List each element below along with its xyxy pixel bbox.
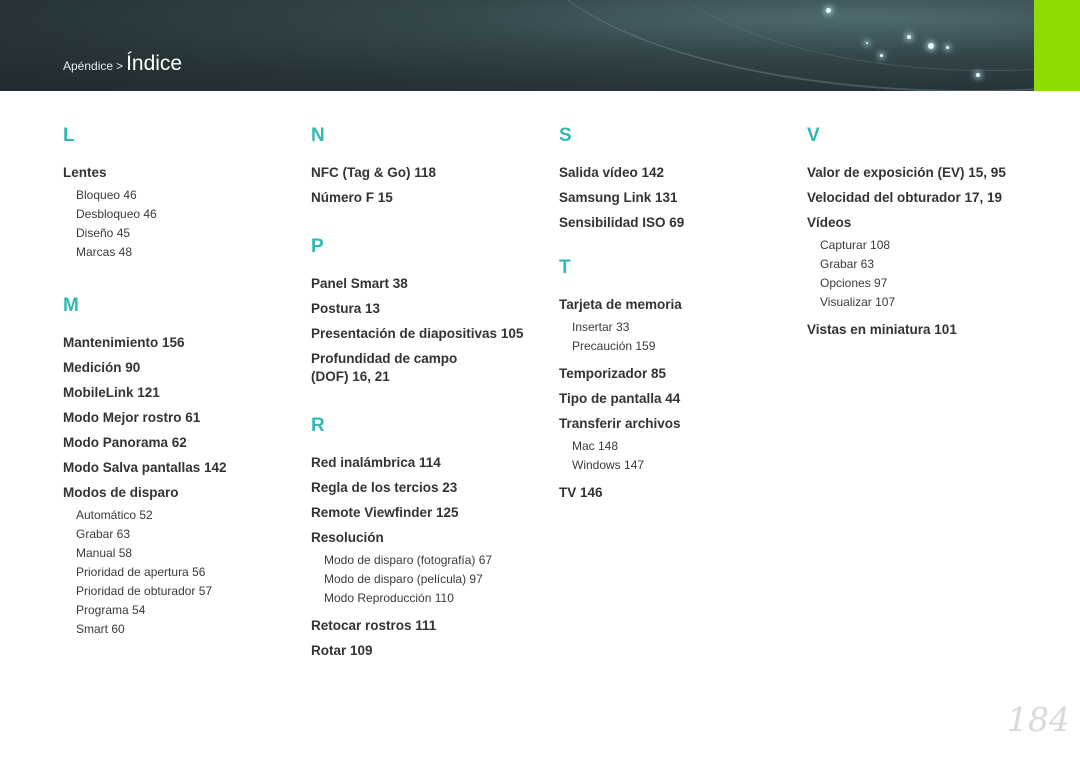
- index-entry[interactable]: Salida vídeo 142: [559, 164, 789, 182]
- breadcrumb-separator: >: [116, 59, 124, 73]
- index-letter-heading: T: [559, 257, 571, 278]
- index-column-4: V Valor de exposición (EV) 15, 95 Veloci…: [807, 124, 1047, 346]
- index-entry[interactable]: Remote Viewfinder 125: [311, 504, 541, 522]
- index-subentry[interactable]: Marcas 48: [76, 243, 293, 262]
- index-entry[interactable]: Modo Mejor rostro 61: [63, 409, 293, 427]
- index-entry[interactable]: NFC (Tag & Go) 118: [311, 164, 541, 182]
- index-subentries: Insertar 33 Precaución 159: [572, 318, 789, 356]
- index-subentry[interactable]: Bloqueo 46: [76, 186, 293, 205]
- index-subentries: Modo de disparo (fotografía) 67 Modo de …: [324, 551, 541, 608]
- index-entry[interactable]: Tarjeta de memoria: [559, 296, 789, 314]
- index-letter-heading: P: [311, 236, 324, 257]
- index-entry[interactable]: Mantenimiento 156: [63, 334, 293, 352]
- index-entry[interactable]: Modos de disparo: [63, 484, 293, 502]
- header-sparkle: [866, 42, 868, 44]
- index-subentry[interactable]: Capturar 108: [820, 236, 1047, 255]
- header-sparkle: [976, 73, 980, 77]
- index-subentry[interactable]: Mac 148: [572, 437, 789, 456]
- breadcrumb-parent[interactable]: Apéndice: [63, 59, 113, 73]
- index-entry[interactable]: Modo Salva pantallas 142: [63, 459, 293, 477]
- index-subentry[interactable]: Grabar 63: [76, 525, 293, 544]
- index-subentry[interactable]: Precaución 159: [572, 337, 789, 356]
- index-entry[interactable]: Temporizador 85: [559, 365, 789, 383]
- index-letter-heading: S: [559, 125, 572, 146]
- index-entry[interactable]: Medición 90: [63, 359, 293, 377]
- index-subentries: Automático 52 Grabar 63 Manual 58 Priori…: [76, 506, 293, 639]
- index-subentry[interactable]: Prioridad de apertura 56: [76, 563, 293, 582]
- index-entry[interactable]: Rotar 109: [311, 642, 541, 660]
- index-subentry[interactable]: Manual 58: [76, 544, 293, 563]
- index-entry[interactable]: Tipo de pantalla 44: [559, 390, 789, 408]
- index-column-2: N NFC (Tag & Go) 118 Número F 15 P Panel…: [311, 124, 541, 667]
- index-subentries: Capturar 108 Grabar 63 Opciones 97 Visua…: [820, 236, 1047, 312]
- index-entry[interactable]: Samsung Link 131: [559, 189, 789, 207]
- header-sparkle: [928, 43, 934, 49]
- index-entry[interactable]: Valor de exposición (EV) 15, 95: [807, 164, 1047, 182]
- header-sparkle: [946, 46, 949, 49]
- index-subentry[interactable]: Insertar 33: [572, 318, 789, 337]
- page-header: Apéndice > Índice: [0, 0, 1080, 91]
- index-letter-heading: V: [807, 125, 820, 146]
- index-entry[interactable]: Modo Panorama 62: [63, 434, 293, 452]
- index-letter-heading: L: [63, 125, 75, 146]
- index-letter-heading: N: [311, 125, 325, 146]
- index-subentry[interactable]: Visualizar 107: [820, 293, 1047, 312]
- header-sparkle: [826, 8, 831, 13]
- index-entry[interactable]: Red inalámbrica 114: [311, 454, 541, 472]
- index-entry[interactable]: Retocar rostros 111: [311, 617, 541, 635]
- header-sparkle: [880, 54, 883, 57]
- index-entry[interactable]: MobileLink 121: [63, 384, 293, 402]
- index-subentries: Bloqueo 46 Desbloqueo 46 Diseño 45 Marca…: [76, 186, 293, 262]
- index-column-3: S Salida vídeo 142 Samsung Link 131 Sens…: [559, 124, 789, 509]
- section-tab-marker: [1034, 0, 1080, 91]
- header-sparkle: [907, 35, 911, 39]
- index-entry[interactable]: Número F 15: [311, 189, 541, 207]
- index-entry[interactable]: Resolución: [311, 529, 541, 547]
- index-subentry[interactable]: Desbloqueo 46: [76, 205, 293, 224]
- index-letter-heading: R: [311, 415, 325, 436]
- page-title: Índice: [126, 52, 183, 75]
- index-entry[interactable]: TV 146: [559, 484, 789, 502]
- index-entry[interactable]: Regla de los tercios 23: [311, 479, 541, 497]
- index-subentry[interactable]: Opciones 97: [820, 274, 1047, 293]
- index-entry[interactable]: Lentes: [63, 164, 293, 182]
- index-subentry[interactable]: Programa 54: [76, 601, 293, 620]
- index-column-1: L Lentes Bloqueo 46 Desbloqueo 46 Diseño…: [63, 124, 293, 648]
- index-entry[interactable]: Profundidad de campo: [311, 350, 541, 368]
- index-subentry[interactable]: Prioridad de obturador 57: [76, 582, 293, 601]
- index-subentries: Mac 148 Windows 147: [572, 437, 789, 475]
- index-entry-continued[interactable]: (DOF) 16, 21: [311, 368, 541, 386]
- index-entry[interactable]: Vistas en miniatura 101: [807, 321, 1047, 339]
- breadcrumb: Apéndice > Índice: [63, 52, 182, 76]
- index-entry[interactable]: Presentación de diapositivas 105: [311, 325, 541, 343]
- index-subentry[interactable]: Diseño 45: [76, 224, 293, 243]
- index-subentry[interactable]: Modo Reproducción 110: [324, 589, 541, 608]
- index-entry[interactable]: Transferir archivos: [559, 415, 789, 433]
- index-subentry[interactable]: Grabar 63: [820, 255, 1047, 274]
- index-entry[interactable]: Sensibilidad ISO 69: [559, 214, 789, 232]
- index-letter-heading: M: [63, 295, 79, 316]
- index-subentry[interactable]: Smart 60: [76, 620, 293, 639]
- index-entry[interactable]: Vídeos: [807, 214, 1047, 232]
- index-subentry[interactable]: Modo de disparo (película) 97: [324, 570, 541, 589]
- index-entry[interactable]: Postura 13: [311, 300, 541, 318]
- index-subentry[interactable]: Modo de disparo (fotografía) 67: [324, 551, 541, 570]
- index-entry[interactable]: Velocidad del obturador 17, 19: [807, 189, 1047, 207]
- index-entry[interactable]: Panel Smart 38: [311, 275, 541, 293]
- index-subentry[interactable]: Automático 52: [76, 506, 293, 525]
- page-number: 184: [1007, 700, 1070, 739]
- index-subentry[interactable]: Windows 147: [572, 456, 789, 475]
